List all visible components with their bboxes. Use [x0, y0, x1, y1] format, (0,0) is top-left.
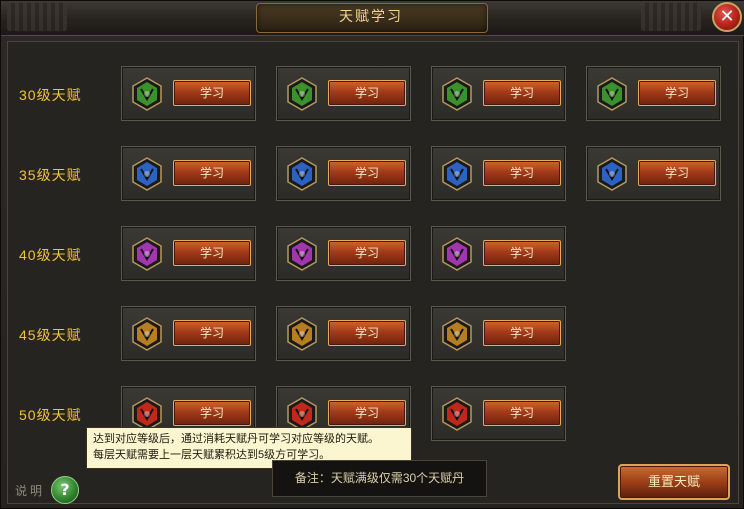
talent-row-label: 50级天赋	[19, 407, 82, 423]
talent-slot: 学习	[431, 146, 566, 201]
learn-button[interactable]: 学习	[173, 240, 251, 266]
talent-slot: 学习	[276, 66, 411, 121]
talent-slot: 学习	[431, 306, 566, 361]
learn-button[interactable]: 学习	[483, 80, 561, 106]
talent-slot: 学习	[276, 306, 411, 361]
talent-slot: 学习	[431, 386, 566, 441]
learn-button[interactable]: 学习	[173, 80, 251, 106]
talent-icon[interactable]	[130, 237, 164, 271]
talent-icon[interactable]	[440, 157, 474, 191]
learn-button[interactable]: 学习	[483, 160, 561, 186]
talent-slot: 学习	[121, 226, 256, 281]
tooltip-line-1: 达到对应等级后，通过消耗天赋丹可学习对应等级的天赋。	[93, 433, 379, 445]
explain-label: 说明	[15, 484, 46, 498]
learn-button[interactable]: 学习	[328, 400, 406, 426]
learn-button[interactable]: 学习	[328, 160, 406, 186]
title-bar: 天赋学习 ✕	[1, 1, 744, 36]
learn-button[interactable]: 学习	[173, 400, 251, 426]
note-box: 备注：天赋满级仅需30个天赋丹	[272, 460, 487, 497]
learn-button[interactable]: 学习	[638, 160, 716, 186]
talent-row-label: 35级天赋	[19, 167, 82, 183]
talent-icon[interactable]	[285, 397, 319, 431]
talent-icon[interactable]	[285, 237, 319, 271]
learn-button[interactable]: 学习	[328, 80, 406, 106]
talent-slot: 学习	[121, 306, 256, 361]
learn-button[interactable]: 学习	[328, 240, 406, 266]
learn-button[interactable]: 学习	[173, 320, 251, 346]
learn-button[interactable]: 学习	[328, 320, 406, 346]
close-icon[interactable]: ✕	[712, 2, 742, 32]
learn-button[interactable]: 学习	[483, 240, 561, 266]
talent-icon[interactable]	[440, 77, 474, 111]
talent-icon[interactable]	[440, 237, 474, 271]
title-ornament-right	[641, 3, 701, 31]
talent-slot: 学习	[276, 226, 411, 281]
learn-button[interactable]: 学习	[638, 80, 716, 106]
talent-icon[interactable]	[285, 77, 319, 111]
talent-icon[interactable]	[440, 317, 474, 351]
learn-button[interactable]: 学习	[483, 400, 561, 426]
talent-icon[interactable]	[595, 157, 629, 191]
talent-icon[interactable]	[130, 317, 164, 351]
learn-button[interactable]: 学习	[173, 160, 251, 186]
talent-icon[interactable]	[440, 397, 474, 431]
talent-icon[interactable]	[130, 77, 164, 111]
talent-icon[interactable]	[595, 77, 629, 111]
talent-icon[interactable]	[285, 157, 319, 191]
talent-icon[interactable]	[285, 317, 319, 351]
talent-slot: 学习	[121, 66, 256, 121]
talent-slot: 学习	[431, 66, 566, 121]
talent-slot: 学习	[586, 146, 721, 201]
talent-icon[interactable]	[130, 397, 164, 431]
talent-slot: 学习	[121, 146, 256, 201]
talent-row-label: 45级天赋	[19, 327, 82, 343]
window-title: 天赋学习	[339, 9, 403, 25]
talent-slot: 学习	[276, 146, 411, 201]
question-mark-icon[interactable]: ?	[51, 476, 79, 504]
reset-talent-button[interactable]: 重置天赋	[618, 464, 730, 500]
talent-window: 天赋学习 ✕ 30级天赋 学习 学习 学习 学习 35级天赋 学习 学习 学习 学习 40级天赋 学习…	[0, 0, 744, 509]
talent-icon[interactable]	[130, 157, 164, 191]
talent-slot: 学习	[586, 66, 721, 121]
title-ornament-left	[7, 3, 67, 31]
talent-row-label: 40级天赋	[19, 247, 82, 263]
talent-row-label: 30级天赋	[19, 87, 82, 103]
talent-slot: 学习	[431, 226, 566, 281]
learn-button[interactable]: 学习	[483, 320, 561, 346]
